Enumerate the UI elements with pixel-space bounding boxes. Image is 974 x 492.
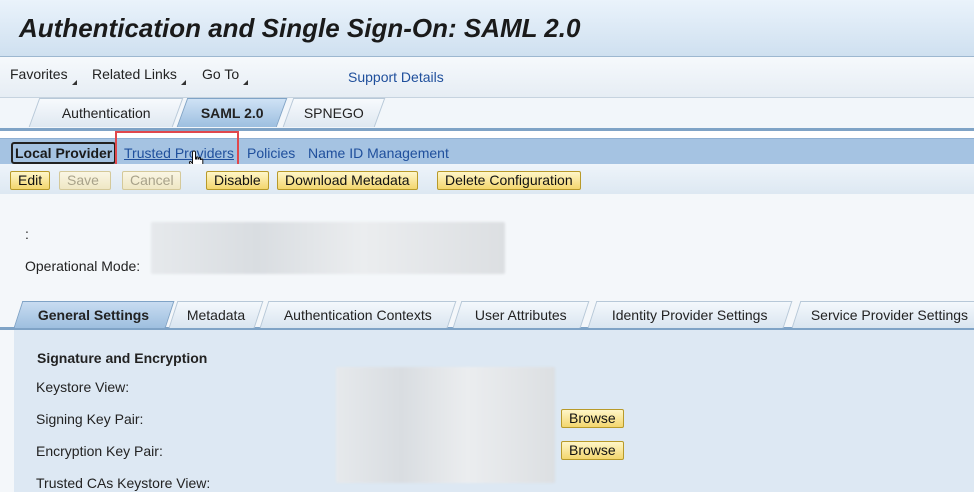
section-heading: Signature and Encryption <box>37 350 208 366</box>
tab-metadata[interactable]: Metadata <box>168 301 264 328</box>
tab-authentication-contexts-label: Authentication Contexts <box>283 307 432 323</box>
menu-related-links[interactable]: Related Links <box>92 66 186 85</box>
tab-saml[interactable]: SAML 2.0 <box>176 98 288 127</box>
subnav-local-provider[interactable]: Local Provider <box>11 142 117 164</box>
redacted-provider-values <box>151 222 505 274</box>
dropdown-arrow-icon <box>71 80 77 85</box>
dropdown-arrow-icon <box>180 80 186 85</box>
menu-favorites-label: Favorites <box>10 66 68 82</box>
keystore-view-label: Keystore View: <box>36 379 130 395</box>
provider-name-label: : <box>25 226 29 242</box>
tab-identity-provider-settings[interactable]: Identity Provider Settings <box>587 301 793 328</box>
tab-general-settings-label: General Settings <box>38 307 150 323</box>
dropdown-arrow-icon <box>243 80 249 85</box>
tab-spnego-label: SPNEGO <box>303 105 364 121</box>
menu-go-to[interactable]: Go To <box>202 66 249 85</box>
subnav-policies[interactable]: Policies <box>247 145 295 161</box>
browse-signing-key-button[interactable]: Browse <box>561 409 624 428</box>
tab-saml-label: SAML 2.0 <box>200 105 264 121</box>
tab-authentication-label: Authentication <box>61 105 151 121</box>
redacted-keystore-values <box>336 367 555 483</box>
tab-service-provider-settings[interactable]: Service Provider Settings <box>791 301 974 328</box>
tab-metadata-label: Metadata <box>186 307 246 323</box>
browse-encryption-key-button[interactable]: Browse <box>561 441 624 460</box>
page-title: Authentication and Single Sign-On: SAML … <box>19 13 581 43</box>
edit-button[interactable]: Edit <box>10 171 51 190</box>
delete-configuration-button[interactable]: Delete Configuration <box>437 171 581 190</box>
tab-user-attributes-label: User Attributes <box>474 307 567 323</box>
cancel-button[interactable]: Cancel <box>122 171 181 190</box>
tab-service-provider-settings-label: Service Provider Settings <box>811 307 969 323</box>
save-button[interactable]: Save <box>59 171 111 190</box>
tab-user-attributes[interactable]: User Attributes <box>452 301 590 328</box>
encryption-key-pair-label: Encryption Key Pair: <box>36 443 163 459</box>
menu-favorites[interactable]: Favorites <box>10 66 77 85</box>
disable-button[interactable]: Disable <box>206 171 269 190</box>
menu-related-links-label: Related Links <box>92 66 177 82</box>
download-metadata-button[interactable]: Download Metadata <box>277 171 418 190</box>
subnav-name-id-management[interactable]: Name ID Management <box>308 145 449 161</box>
support-details-link[interactable]: Support Details <box>348 69 444 85</box>
tab-identity-provider-settings-label: Identity Provider Settings <box>612 307 768 323</box>
tab-authentication[interactable]: Authentication <box>28 98 184 127</box>
menu-go-to-label: Go To <box>202 66 240 82</box>
tab-authentication-contexts[interactable]: Authentication Contexts <box>259 301 457 328</box>
tab-spnego[interactable]: SPNEGO <box>282 98 386 127</box>
operational-mode-label: Operational Mode: <box>25 258 141 274</box>
trusted-cas-keystore-view-label: Trusted CAs Keystore View: <box>36 475 211 491</box>
tab-general-settings[interactable]: General Settings <box>13 301 175 328</box>
signing-key-pair-label: Signing Key Pair: <box>36 411 144 427</box>
